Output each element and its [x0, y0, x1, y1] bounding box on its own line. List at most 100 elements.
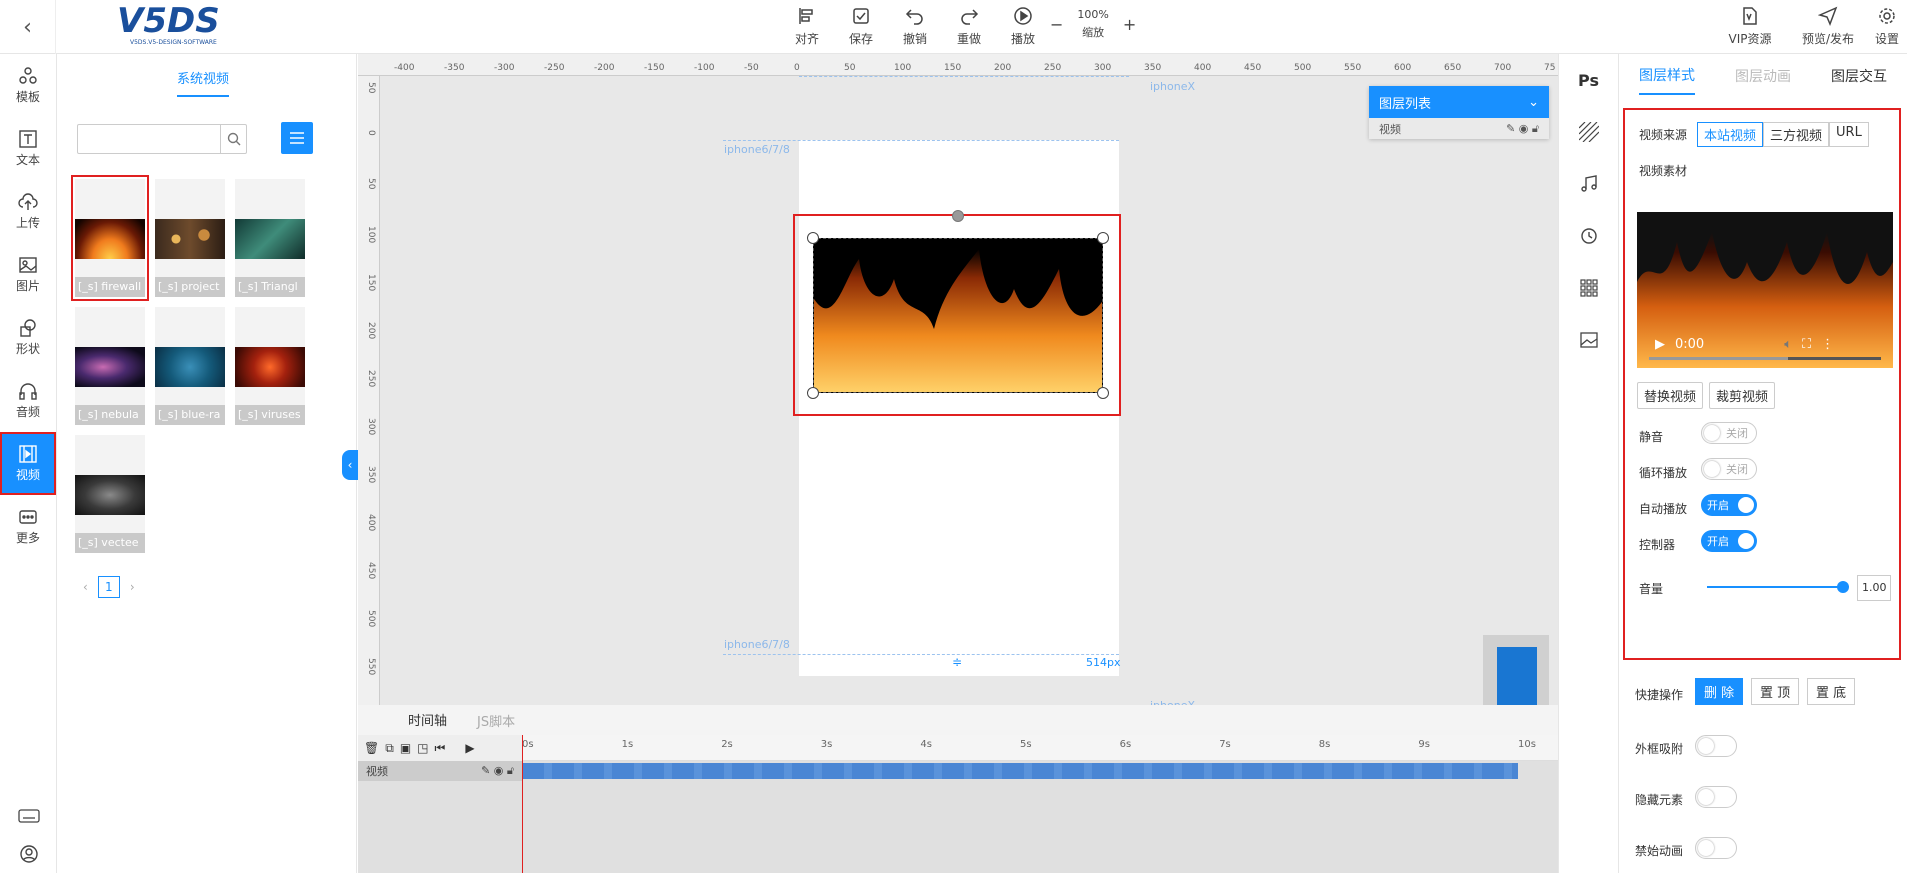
- video-item[interactable]: [_s] vectee: [75, 435, 145, 553]
- save-button[interactable]: 保存: [834, 4, 888, 47]
- snap-toggle[interactable]: [1695, 735, 1737, 757]
- undo-button[interactable]: 撤销: [888, 4, 942, 47]
- search-icon[interactable]: [220, 125, 246, 153]
- tab-js-script[interactable]: JS脚本: [477, 705, 515, 736]
- disable-initial-animation-toggle[interactable]: [1695, 837, 1737, 859]
- nav-shape[interactable]: 形状: [0, 306, 56, 369]
- bring-to-top-button[interactable]: 置 顶: [1751, 678, 1800, 705]
- texture-icon[interactable]: [1559, 106, 1618, 158]
- guide-label-iphonex-top: iphoneX: [1150, 80, 1196, 93]
- nav-image[interactable]: 图片: [0, 243, 56, 306]
- nav-upload[interactable]: 上传: [0, 180, 56, 243]
- collapse-panel-button[interactable]: ‹: [342, 450, 358, 480]
- more-vertical-icon[interactable]: ⋮: [1821, 337, 1834, 352]
- ps-icon[interactable]: Ps: [1559, 54, 1618, 106]
- left-nav: 模板 文本 上传 图片 形状 音频 视频 更多: [0, 54, 57, 873]
- prev-page-button[interactable]: ‹: [83, 580, 88, 594]
- resize-handle[interactable]: [1097, 387, 1109, 399]
- video-item[interactable]: [_s] viruses: [235, 307, 305, 425]
- send-to-bottom-button[interactable]: 置 底: [1807, 678, 1856, 705]
- keyboard-button[interactable]: [0, 797, 57, 835]
- track-actions[interactable]: ✎ ◉ 🔓︎: [481, 764, 514, 778]
- zoom-in-button[interactable]: +: [1123, 15, 1136, 34]
- chevron-down-icon[interactable]: ⌄: [1528, 95, 1539, 110]
- user-button[interactable]: [0, 835, 57, 873]
- image-icon[interactable]: [1559, 314, 1618, 366]
- redo-button[interactable]: 重做: [942, 4, 996, 47]
- nav-template[interactable]: 模板: [0, 54, 56, 117]
- crop-video-button[interactable]: 裁剪视频: [1709, 382, 1776, 409]
- history-icon[interactable]: [1559, 210, 1618, 262]
- video-item[interactable]: [_s] blue-ra: [155, 307, 225, 425]
- align-button[interactable]: 对齐: [780, 4, 834, 47]
- properties-panel: 图层样式 图层动画 图层交互 视频来源 本站视频 三方视频 URL 视频素材 ▶…: [1618, 54, 1907, 873]
- nav-text[interactable]: 文本: [0, 117, 56, 180]
- timeline-panel: 时间轴 JS脚本 🗑︎ ⧉ ▣ ◳ ⏮︎ ▶ 0s 1s 2s 3s 4s 5s 6s 7s 8…: [358, 705, 1558, 873]
- tab-layer-animation[interactable]: 图层动画: [1735, 58, 1791, 94]
- fullscreen-icon[interactable]: ⛶: [1802, 337, 1811, 352]
- video-title: [_s] vectee: [75, 533, 145, 553]
- video-progress-track[interactable]: [1649, 357, 1881, 360]
- loop-toggle[interactable]: 关闭: [1701, 458, 1757, 480]
- play-circle-icon[interactable]: ▶: [465, 741, 474, 755]
- layer-list-header[interactable]: 图层列表 ⌄: [1369, 86, 1549, 118]
- layer-actions[interactable]: ✎ ◉ 🔓︎: [1506, 122, 1539, 136]
- resize-handle[interactable]: [1097, 232, 1109, 244]
- video-element[interactable]: [813, 238, 1103, 393]
- copy-icon[interactable]: ⧉: [385, 741, 394, 756]
- timeline-scale[interactable]: 0s 1s 2s 3s 4s 5s 6s 7s 8s 9s 10s: [522, 735, 1558, 761]
- next-page-button[interactable]: ›: [130, 580, 135, 594]
- trash-icon[interactable]: 🗑︎: [364, 741, 379, 755]
- page-number[interactable]: 1: [97, 576, 120, 598]
- volume-slider[interactable]: [1707, 581, 1849, 593]
- volume-input[interactable]: 1.00: [1857, 575, 1891, 601]
- replace-video-button[interactable]: 替换视频: [1637, 382, 1704, 409]
- music-icon[interactable]: [1559, 158, 1618, 210]
- back-button[interactable]: ‹: [0, 0, 56, 54]
- rewind-icon[interactable]: ⏮︎: [435, 741, 446, 756]
- volume-icon[interactable]: 🔈︎: [1784, 337, 1792, 352]
- rotate-handle-icon[interactable]: [952, 210, 964, 222]
- video-item[interactable]: [_s] nebula: [75, 307, 145, 425]
- source-url[interactable]: URL: [1829, 122, 1869, 147]
- group-icon[interactable]: ▣: [400, 741, 411, 755]
- ungroup-icon[interactable]: ◳: [417, 741, 428, 755]
- list-view-button[interactable]: [281, 122, 313, 154]
- play-icon[interactable]: ▶: [1655, 337, 1665, 352]
- nav-more[interactable]: 更多: [0, 495, 56, 558]
- play-button[interactable]: 播放: [996, 4, 1050, 47]
- resize-handle-icon[interactable]: ≑: [952, 655, 962, 669]
- search-input[interactable]: [77, 124, 247, 154]
- resize-handle[interactable]: [807, 387, 819, 399]
- resize-handle[interactable]: [807, 232, 819, 244]
- nav-video[interactable]: 视频: [0, 432, 56, 495]
- tab-system-video[interactable]: 系统视频: [177, 68, 230, 97]
- mute-toggle[interactable]: 关闭: [1701, 422, 1757, 444]
- preview-publish-button[interactable]: 预览/发布: [1789, 4, 1867, 47]
- settings-button[interactable]: 设置: [1867, 4, 1907, 47]
- video-title: [_s] project: [155, 277, 225, 297]
- autoplay-toggle[interactable]: 开启: [1701, 494, 1757, 516]
- hide-element-label: 隐藏元素: [1635, 793, 1684, 807]
- grid-icon[interactable]: [1559, 262, 1618, 314]
- tab-layer-interaction[interactable]: 图层交互: [1831, 58, 1887, 94]
- video-item[interactable]: [_s] Triangl: [235, 179, 305, 297]
- tab-layer-style[interactable]: 图层样式: [1639, 57, 1695, 95]
- controls-toggle[interactable]: 开启: [1701, 530, 1757, 552]
- align-label: 对齐: [794, 32, 819, 46]
- track-bar[interactable]: [522, 763, 1518, 779]
- video-item[interactable]: [_s] project: [155, 179, 225, 297]
- vip-resource-button[interactable]: VIP资源: [1711, 4, 1789, 47]
- delete-button[interactable]: 删 除: [1695, 678, 1744, 705]
- track-label-row[interactable]: 视频 ✎ ◉ 🔓︎: [358, 761, 522, 781]
- hide-element-toggle[interactable]: [1695, 786, 1737, 808]
- zoom-out-button[interactable]: −: [1050, 15, 1063, 34]
- nav-audio[interactable]: 音频: [0, 369, 56, 432]
- video-player[interactable]: ▶ 0:00 🔈︎ ⛶ ⋮: [1637, 212, 1893, 368]
- tab-timeline[interactable]: 时间轴: [408, 704, 448, 737]
- playhead[interactable]: [522, 735, 523, 873]
- source-third-party[interactable]: 三方视频: [1763, 122, 1830, 147]
- source-site-video[interactable]: 本站视频: [1697, 122, 1764, 147]
- video-item[interactable]: [_s] firewall: [71, 175, 149, 301]
- layer-row[interactable]: 视频 ✎ ◉ 🔓︎: [1369, 118, 1549, 139]
